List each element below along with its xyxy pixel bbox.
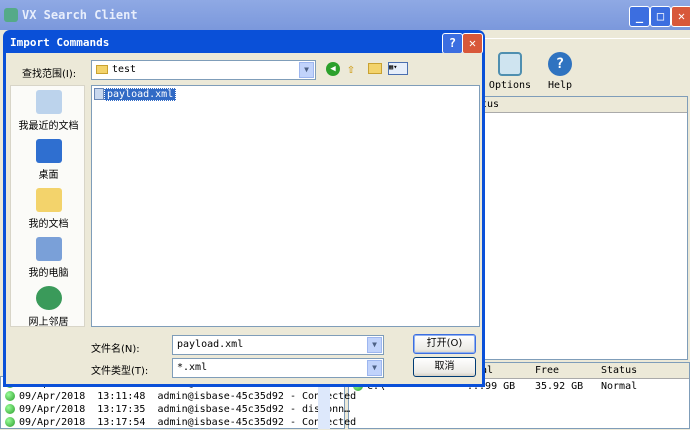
open-button[interactable]: 打开(O) [413,334,476,354]
place-label: 我的文档 [28,219,69,230]
places-bar: 我最近的文档 桌面 我的文档 我的电脑 网上邻居 [10,85,86,328]
view-menu-button[interactable]: ▦▾ [388,62,408,75]
place-my-computer[interactable]: 我的电脑 [11,233,86,282]
file-name: payload.xml [104,88,177,101]
filename-input[interactable]: payload.xml ▼ [172,335,384,355]
options-icon [498,52,522,76]
disk-free: 35.92 GB [535,381,584,392]
place-recent[interactable]: 我最近的文档 [11,86,86,135]
disk-status: Normal [601,381,638,392]
place-label: 桌面 [38,170,59,181]
place-label: 我最近的文档 [18,121,79,132]
log-date: 09/Apr/2018 [19,417,86,428]
log-date: 09/Apr/2018 [19,391,86,402]
file-list: payload.xml [91,85,480,327]
my-documents-icon [35,188,62,212]
new-folder-button[interactable] [368,63,382,74]
place-label: 网上邻居 [28,317,69,328]
dialog-help-button[interactable]: ? [442,33,463,54]
dialog-close-button[interactable]: ✕ [462,33,483,54]
chevron-down-icon[interactable]: ▼ [299,62,314,78]
app-title: VX Search Client [22,8,138,22]
minimize-button[interactable]: _ [629,6,650,27]
log-time: 13:17:35 [97,404,146,415]
status-dot-icon [5,391,15,401]
log-row[interactable]: 09/Apr/2018 13:17:35 admin@isbase-45c35d… [1,404,350,417]
folder-icon [96,64,108,74]
xml-file-icon [94,88,104,100]
network-places-icon [35,286,62,310]
log-time: 13:11:48 [97,391,146,402]
dialog-title: Import Commands [10,36,110,49]
close-button[interactable]: ✕ [671,6,690,27]
log-date: 09/Apr/2018 [19,404,86,415]
status-dot-icon [5,404,15,414]
place-label: 我的电脑 [28,268,69,279]
recent-documents-icon [35,90,62,114]
filename-label: 文件名(N): [91,344,140,355]
results-panel: tus [470,96,688,360]
maximize-button[interactable]: □ [650,6,671,27]
chevron-down-icon[interactable]: ▼ [367,360,382,376]
place-my-documents[interactable]: 我的文档 [11,184,86,233]
desktop-icon [35,139,62,163]
col-free[interactable]: Free [535,365,559,376]
up-folder-button[interactable]: ⇧ [347,62,355,77]
my-computer-icon [35,237,62,261]
main-title-bar: VX Search Client [0,0,690,30]
cancel-button[interactable]: 取消 [413,357,476,377]
results-header: tus [471,97,687,113]
import-dialog: Import Commands ? ✕ 查找范围(I): test ▼ ◀ ⇧ … [3,30,485,387]
log-row[interactable]: 09/Apr/2018 13:11:48 admin@isbase-45c35d… [1,391,356,404]
options-label: Options [488,80,532,91]
place-network[interactable]: 网上邻居 [11,282,86,331]
status-dot-icon [5,417,15,427]
look-in-label: 查找范围(I): [22,69,77,80]
filetype-label: 文件类型(T): [91,366,149,377]
help-label: Help [547,80,573,91]
help-button[interactable]: ? Help [538,52,582,91]
filename-value: payload.xml [177,339,244,350]
help-icon: ? [548,52,572,76]
filetype-select[interactable]: *.xml ▼ [172,358,384,378]
back-button[interactable]: ◀ [326,62,340,76]
log-row[interactable]: 09/Apr/2018 13:17:54 admin@isbase-45c35d… [1,417,356,430]
col-status[interactable]: Status [601,365,637,376]
app-icon [4,8,18,22]
look-in-value: test [112,64,137,75]
chevron-down-icon[interactable]: ▼ [367,337,382,353]
file-item[interactable]: payload.xml [94,88,477,101]
filetype-value: *.xml [177,362,208,373]
options-button[interactable]: Options [488,52,532,91]
log-time: 13:17:54 [97,417,146,428]
look-in-select[interactable]: test ▼ [91,60,316,80]
place-desktop[interactable]: 桌面 [11,135,86,184]
